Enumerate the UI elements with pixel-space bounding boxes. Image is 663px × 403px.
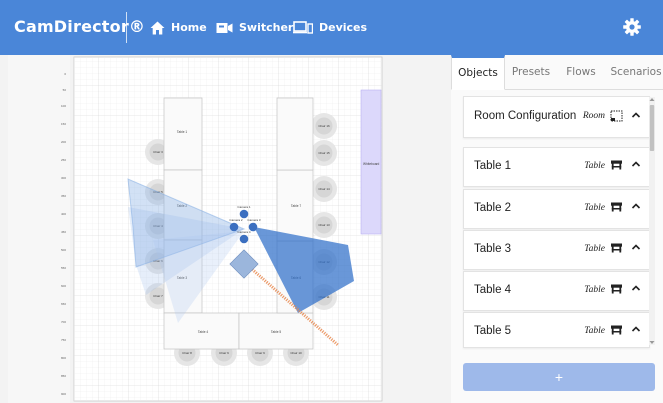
svg-text:700: 700 bbox=[61, 320, 66, 324]
nav-home-label: Home bbox=[171, 21, 207, 34]
chair[interactable]: Chair 13 bbox=[311, 212, 337, 238]
svg-text:750: 750 bbox=[61, 338, 66, 342]
svg-text:350: 350 bbox=[61, 194, 66, 198]
devices-icon bbox=[293, 21, 313, 34]
svg-text:550: 550 bbox=[61, 266, 66, 270]
tab-flows[interactable]: Flows bbox=[562, 55, 600, 89]
svg-text:Chair 9: Chair 9 bbox=[219, 351, 229, 355]
svg-text:250: 250 bbox=[61, 158, 66, 162]
svg-text:Table 1: Table 1 bbox=[177, 130, 188, 134]
chevron-up-icon[interactable] bbox=[631, 243, 641, 251]
card-type: Room bbox=[582, 111, 605, 121]
room-configuration-card[interactable]: Room Configuration Room bbox=[463, 96, 650, 138]
table-card[interactable]: Table 2 Table bbox=[463, 189, 650, 229]
svg-text:400: 400 bbox=[61, 212, 66, 216]
table-icon bbox=[611, 160, 622, 170]
table-icon bbox=[611, 243, 622, 253]
room-icon bbox=[610, 110, 623, 122]
chevron-up-icon[interactable] bbox=[631, 160, 641, 168]
card-name: Table 4 bbox=[474, 284, 512, 296]
table-icon bbox=[611, 284, 622, 294]
svg-text:850: 850 bbox=[61, 374, 66, 378]
table-card[interactable]: Table 1 Table bbox=[463, 147, 650, 187]
svg-text:Chair 16: Chair 16 bbox=[318, 124, 330, 128]
table-card[interactable]: Table 3 Table bbox=[463, 230, 650, 270]
svg-text:200: 200 bbox=[61, 140, 66, 144]
tab-objects[interactable]: Objects bbox=[451, 55, 505, 90]
svg-text:Chair 3: Chair 3 bbox=[153, 150, 163, 154]
nav-switcher[interactable]: Switcher bbox=[216, 0, 293, 55]
card-type: Table bbox=[584, 203, 605, 213]
card-name: Room Configuration bbox=[474, 110, 577, 122]
svg-text:Table 5: Table 5 bbox=[271, 330, 282, 334]
card-name: Table 2 bbox=[474, 202, 512, 214]
svg-text:300: 300 bbox=[61, 176, 66, 180]
svg-text:Camera 1: Camera 1 bbox=[237, 205, 251, 209]
nav-devices-label: Devices bbox=[319, 21, 368, 34]
table-icon bbox=[611, 202, 622, 212]
panel-tabs: Objects Presets Flows Scenarios bbox=[451, 55, 663, 90]
svg-text:Chair 10: Chair 10 bbox=[290, 351, 302, 355]
room-canvas[interactable]: 0 50 100 150 200 250 300 350 400 450 500… bbox=[8, 55, 448, 403]
card-type: Table bbox=[584, 244, 605, 254]
table-icon bbox=[611, 325, 622, 335]
chevron-up-icon[interactable] bbox=[631, 284, 641, 292]
card-type: Table bbox=[584, 285, 605, 295]
svg-text:Chair 8: Chair 8 bbox=[182, 351, 192, 355]
tab-presets[interactable]: Presets bbox=[506, 55, 556, 89]
chair[interactable]: Chair 14 bbox=[311, 176, 337, 202]
chevron-up-icon[interactable] bbox=[631, 325, 641, 333]
home-icon bbox=[150, 21, 165, 34]
svg-text:Camera 3: Camera 3 bbox=[247, 218, 261, 222]
card-name: Table 5 bbox=[474, 325, 512, 337]
svg-text:100: 100 bbox=[61, 104, 66, 108]
tab-scenarios[interactable]: Scenarios bbox=[609, 55, 663, 89]
top-bar: CamDirector® Home Switcher Devices bbox=[0, 0, 663, 55]
svg-text:Chair 9: Chair 9 bbox=[255, 351, 265, 355]
objects-panel: Objects Presets Flows Scenarios Room Con… bbox=[451, 55, 663, 403]
svg-text:Table 4: Table 4 bbox=[198, 330, 209, 334]
whiteboard-label: Whiteboard bbox=[363, 162, 380, 166]
nav-devices[interactable]: Devices bbox=[293, 0, 367, 55]
svg-text:Chair 15: Chair 15 bbox=[318, 151, 330, 155]
switcher-icon bbox=[216, 22, 233, 33]
svg-text:50: 50 bbox=[63, 88, 67, 92]
card-type: Table bbox=[584, 161, 605, 171]
svg-text:Table 7: Table 7 bbox=[291, 204, 302, 208]
svg-text:650: 650 bbox=[61, 302, 66, 306]
camera-4[interactable] bbox=[239, 234, 249, 244]
camera-1[interactable] bbox=[239, 209, 249, 219]
chair[interactable]: Chair 15 bbox=[311, 140, 337, 166]
chevron-up-icon[interactable] bbox=[631, 202, 641, 210]
nav-switcher-label: Switcher bbox=[239, 21, 294, 34]
svg-text:Camera 4: Camera 4 bbox=[237, 230, 251, 234]
nav-home[interactable]: Home bbox=[150, 0, 207, 55]
table-card[interactable]: Table 4 Table bbox=[463, 271, 650, 311]
svg-text:150: 150 bbox=[61, 122, 66, 126]
table-card[interactable]: Table 5 Table bbox=[463, 312, 650, 348]
svg-text:Chair 13: Chair 13 bbox=[318, 223, 330, 227]
svg-text:Chair 14: Chair 14 bbox=[318, 187, 330, 191]
svg-text:Chair 7: Chair 7 bbox=[153, 294, 163, 298]
chevron-up-icon[interactable] bbox=[631, 111, 641, 119]
svg-text:450: 450 bbox=[61, 230, 66, 234]
scrollbar[interactable] bbox=[649, 97, 655, 345]
divider bbox=[126, 12, 127, 43]
chair[interactable]: Chair 16 bbox=[311, 113, 337, 139]
svg-text:800: 800 bbox=[61, 356, 66, 360]
gear-icon[interactable] bbox=[622, 17, 642, 37]
svg-text:Camera 2: Camera 2 bbox=[229, 218, 243, 222]
card-name: Table 3 bbox=[474, 243, 512, 255]
svg-text:600: 600 bbox=[61, 284, 66, 288]
table-1[interactable] bbox=[163, 97, 203, 171]
table-8[interactable] bbox=[276, 97, 314, 171]
svg-text:900: 900 bbox=[61, 392, 66, 396]
svg-text:500: 500 bbox=[61, 248, 66, 252]
card-type: Table bbox=[584, 326, 605, 336]
card-name: Table 1 bbox=[474, 160, 512, 172]
add-object-button[interactable]: + bbox=[463, 363, 655, 391]
